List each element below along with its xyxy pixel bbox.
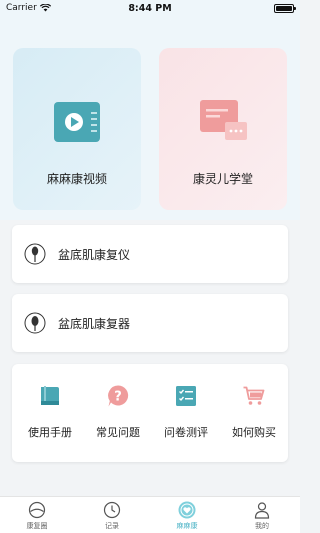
tab-home-label: 麻麻康	[176, 522, 198, 530]
probe-trainer-icon	[24, 312, 46, 334]
tool-faq[interactable]: ? 常见问题	[86, 384, 150, 440]
tool-purchase[interactable]: 如何购买	[222, 384, 286, 440]
video-player-icon	[54, 102, 100, 142]
device-card-rehab-trainer[interactable]: 盆底肌康复器	[12, 294, 288, 352]
book-icon	[41, 386, 59, 405]
tool-survey-label: 问卷测评	[164, 426, 208, 439]
question-icon: ?	[108, 385, 129, 407]
tool-purchase-label: 如何购买	[232, 426, 276, 439]
tile-video-label: 麻麻康视频	[46, 172, 107, 186]
tools-card: 使用手册 ? 常见问题 问卷测评 如何购买	[12, 364, 288, 462]
chat-bubbles-icon	[200, 100, 247, 140]
tile-video[interactable]: 麻麻康视频	[13, 48, 141, 210]
tab-home[interactable]: 麻麻康	[167, 501, 207, 531]
tool-manual[interactable]: 使用手册	[18, 384, 82, 440]
tool-manual-label: 使用手册	[28, 426, 72, 439]
tab-bar: 康复圈 记录 麻麻康 我的	[0, 496, 300, 533]
device-card-rehab-instrument[interactable]: 盆底肌康复仪	[12, 225, 288, 283]
status-bar: Carrier 8:44 PM	[0, 0, 300, 20]
heart-home-icon	[178, 501, 196, 519]
tab-profile[interactable]: 我的	[242, 501, 282, 531]
tab-records[interactable]: 记录	[92, 501, 132, 531]
device-label: 盆底肌康复仪	[58, 247, 131, 262]
status-time: 8:44 PM	[128, 3, 172, 14]
tab-community-label: 康复圈	[26, 522, 48, 530]
battery-icon	[274, 4, 296, 13]
device-label: 盆底肌康复器	[58, 316, 131, 331]
checklist-icon	[176, 386, 196, 406]
circle-community-icon	[28, 501, 46, 519]
status-right	[274, 4, 296, 13]
tab-profile-label: 我的	[255, 522, 269, 530]
tool-survey[interactable]: 问卷测评	[154, 384, 218, 440]
shopping-cart-icon	[243, 386, 265, 405]
probe-device-icon	[24, 243, 46, 265]
tile-school[interactable]: 康灵儿学堂	[159, 48, 287, 210]
svg-text:?: ?	[114, 390, 122, 405]
person-icon	[254, 502, 270, 519]
tab-records-label: 记录	[105, 522, 119, 530]
tab-community[interactable]: 康复圈	[17, 501, 57, 531]
clock-icon	[103, 501, 121, 519]
tile-school-label: 康灵儿学堂	[192, 172, 253, 186]
tool-faq-label: 常见问题	[96, 426, 140, 439]
